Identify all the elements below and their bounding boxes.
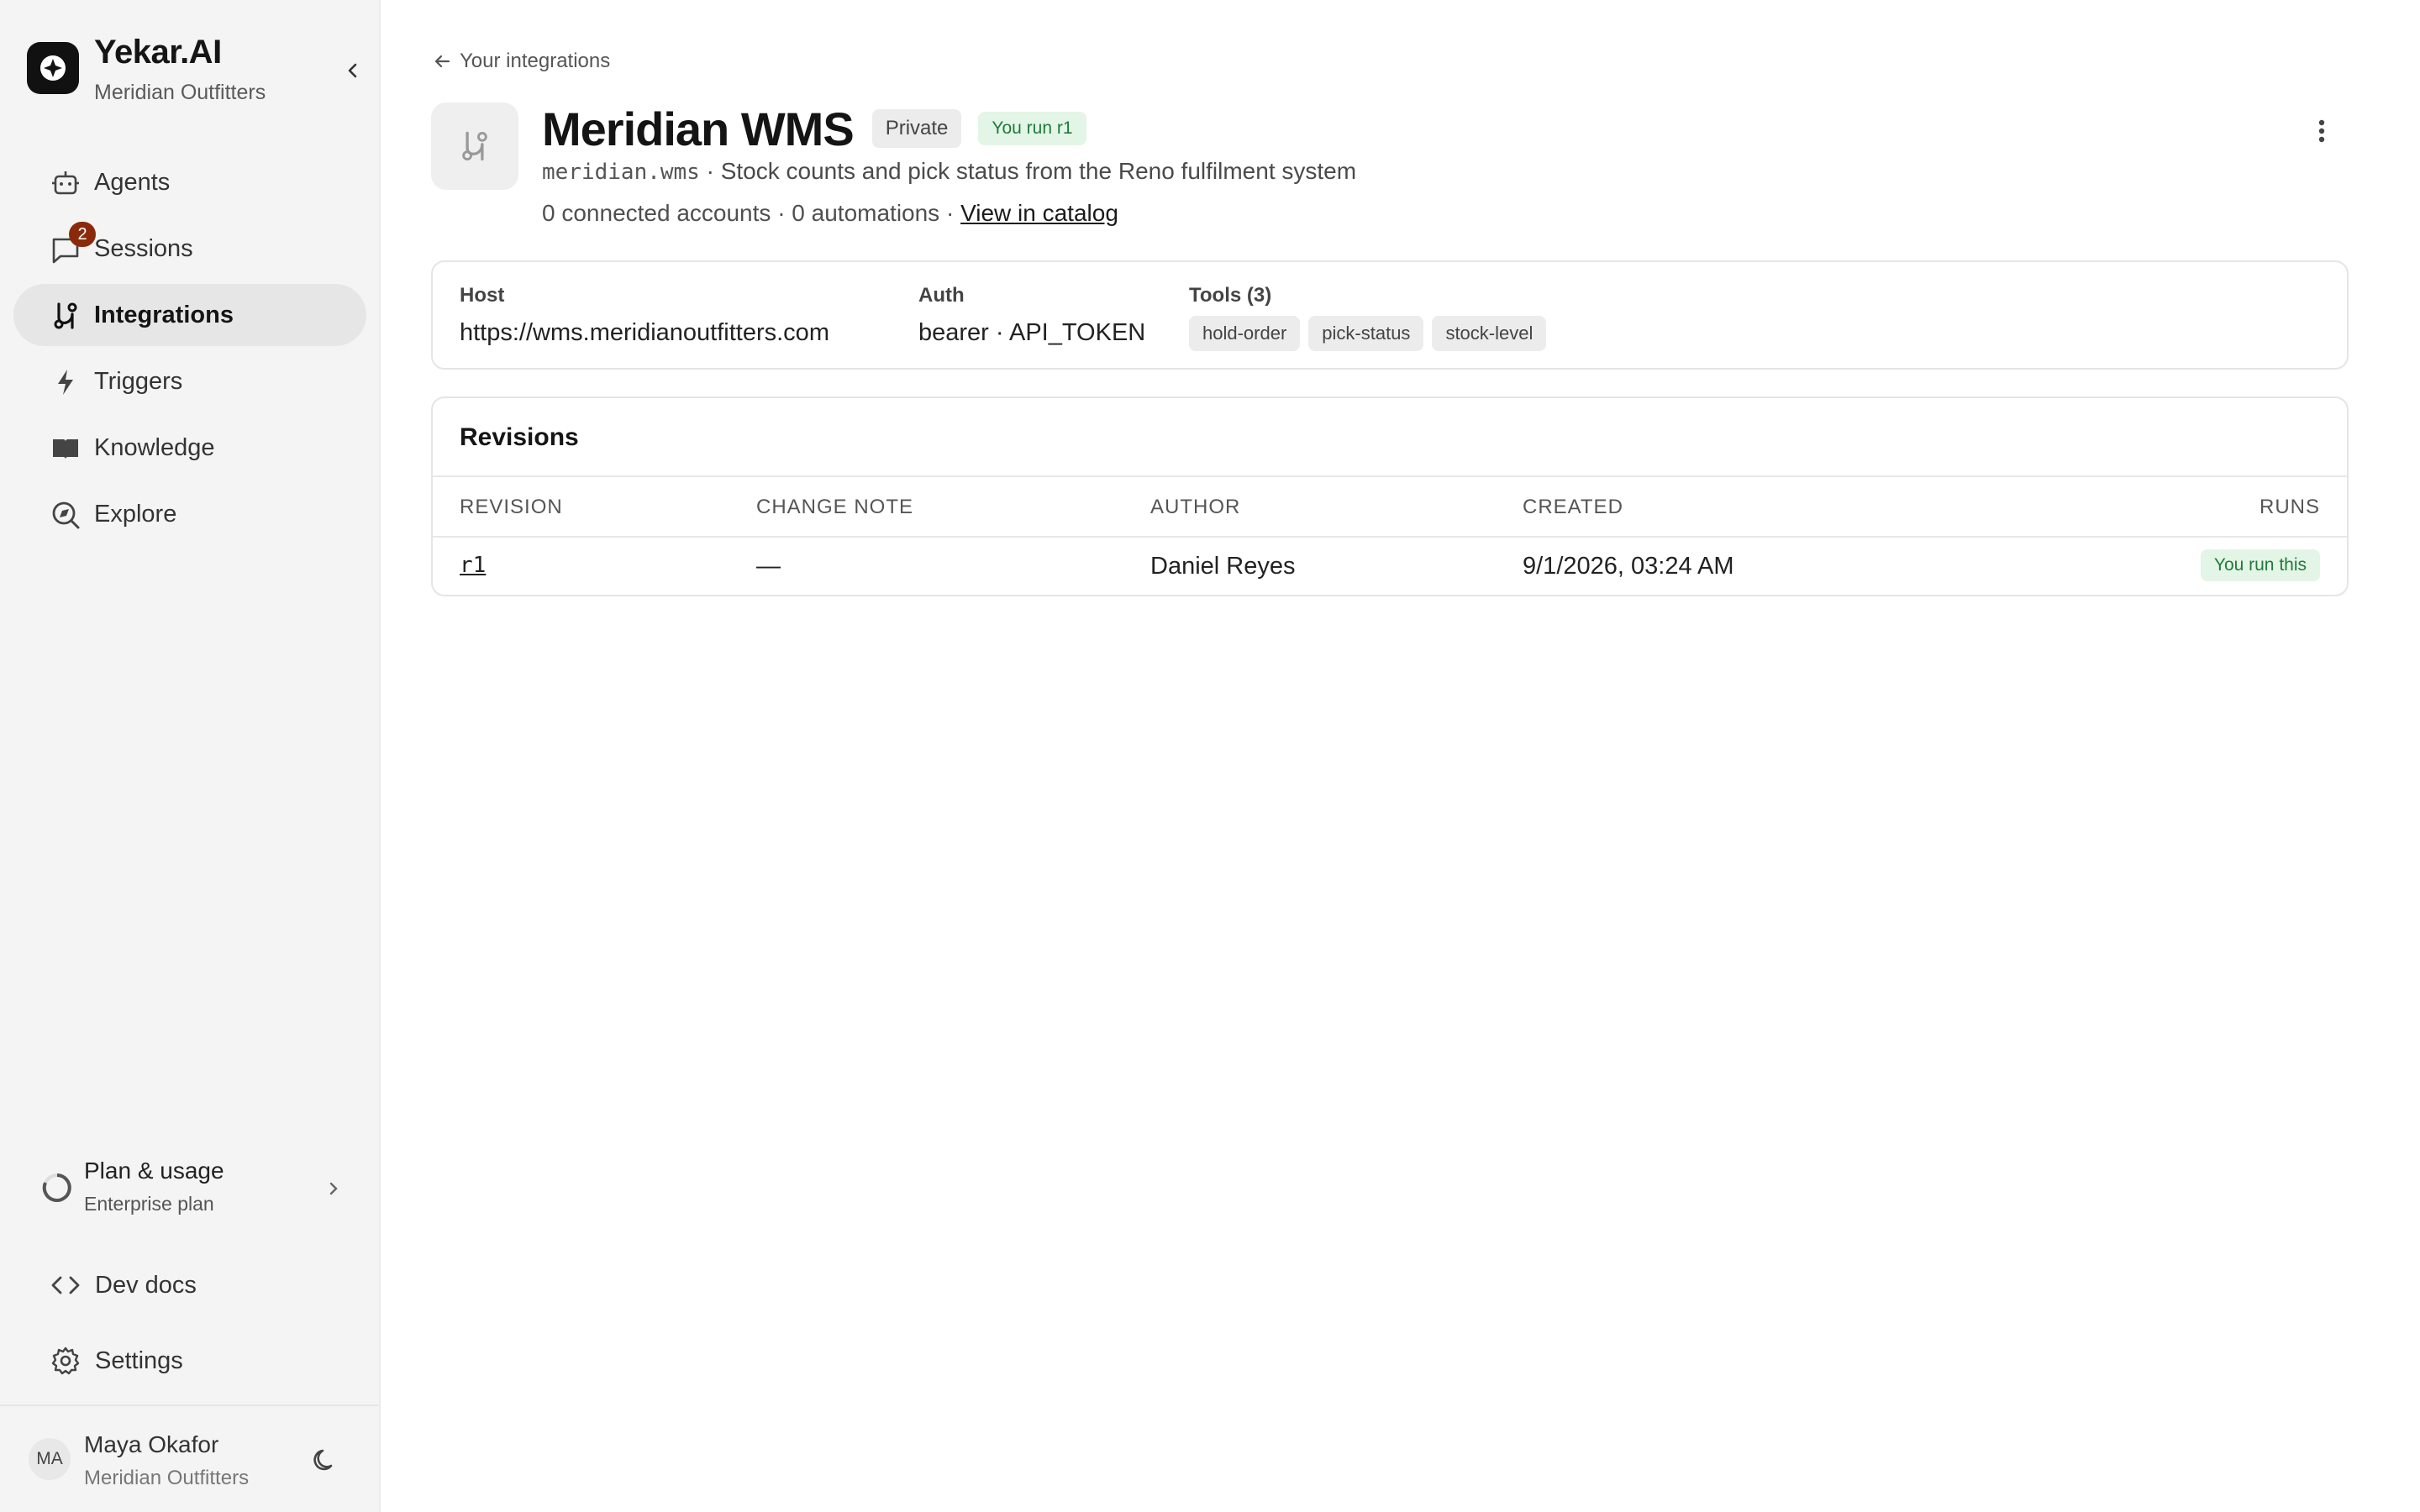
sidebar-item-label: Knowledge bbox=[94, 433, 215, 461]
sidebar-item-triggers[interactable]: Triggers bbox=[13, 350, 366, 412]
back-link-label: Your integrations bbox=[460, 50, 611, 72]
sessions-count-badge: 2 bbox=[69, 222, 96, 247]
integration-meta: 0 connected accounts · 0 automations · V… bbox=[542, 200, 1118, 227]
runs-badge: You run this bbox=[2200, 549, 2320, 581]
usage-ring-icon bbox=[42, 1173, 71, 1202]
visibility-badge: Private bbox=[871, 109, 962, 148]
view-in-catalog-link[interactable]: View in catalog bbox=[960, 200, 1118, 226]
explore-icon bbox=[52, 501, 80, 529]
sidebar-item-agents[interactable]: Agents bbox=[13, 151, 366, 213]
settings-link[interactable]: Settings bbox=[50, 1342, 353, 1379]
sidebar-item-label: Sessions bbox=[94, 234, 193, 262]
plan-usage-item[interactable]: Plan & usage Enterprise plan bbox=[34, 1151, 353, 1226]
column-header-runs: RUNS bbox=[2259, 496, 2320, 518]
dev-docs-link[interactable]: Dev docs bbox=[50, 1267, 353, 1304]
sidebar-item-integrations[interactable]: Integrations bbox=[13, 284, 366, 346]
table-row: r1 — Daniel Reyes 9/1/2026, 03:24 AM You… bbox=[433, 538, 2347, 595]
column-header-author: AUTHOR bbox=[1150, 496, 1241, 518]
brand-org: Meridian Outfitters bbox=[94, 81, 266, 104]
host-field: Host https://wms.meridianoutfitters.com bbox=[460, 284, 829, 347]
meta-counts: 0 connected accounts · 0 automations · bbox=[542, 200, 961, 226]
settings-label: Settings bbox=[95, 1347, 183, 1374]
integration-slug: meridian.wms bbox=[542, 160, 700, 185]
run-status-badge: You run r1 bbox=[978, 112, 1086, 145]
sidebar: Yekar.AI Meridian Outfitters Agents 2 Se… bbox=[0, 0, 381, 1512]
integration-description: · Stock counts and pick status from the … bbox=[699, 158, 1357, 184]
plug-icon bbox=[54, 302, 77, 329]
tools-tags: hold-order pick-status stock-level bbox=[1189, 316, 1555, 351]
column-header-change-note: CHANGE NOTE bbox=[756, 496, 914, 518]
dark-mode-toggle-icon[interactable] bbox=[311, 1446, 339, 1475]
tools-label: Tools (3) bbox=[1189, 284, 1272, 307]
main-content: Your integrations Meridian WMS Private Y… bbox=[381, 0, 2420, 1512]
revisions-title: Revisions bbox=[460, 423, 579, 451]
auth-field: Auth bearer · API_TOKEN bbox=[918, 284, 1145, 347]
column-header-revision: REVISION bbox=[460, 496, 563, 518]
back-to-integrations-link[interactable]: Your integrations bbox=[433, 47, 610, 76]
auth-label: Auth bbox=[918, 284, 965, 307]
host-label: Host bbox=[460, 284, 505, 307]
chevron-left-icon bbox=[348, 63, 357, 78]
sidebar-item-sessions[interactable]: 2 Sessions bbox=[13, 218, 366, 280]
sidebar-item-explore[interactable]: Explore bbox=[13, 483, 366, 545]
page-title: Meridian WMS bbox=[542, 102, 855, 155]
sidebar-item-label: Triggers bbox=[94, 367, 183, 395]
tools-field: Tools (3) hold-order pick-status stock-l… bbox=[1189, 284, 1555, 351]
sidebar-item-label: Explore bbox=[94, 500, 177, 528]
auth-value: bearer · API_TOKEN bbox=[918, 319, 1146, 346]
collapse-sidebar-button[interactable] bbox=[336, 54, 370, 87]
host-value: https://wms.meridianoutfitters.com bbox=[460, 319, 829, 346]
sidebar-item-label: Integrations bbox=[94, 301, 234, 328]
tool-tag: stock-level bbox=[1432, 316, 1547, 351]
tool-tag: pick-status bbox=[1308, 316, 1424, 351]
brand-name: Yekar.AI bbox=[94, 34, 222, 71]
logo-icon bbox=[27, 42, 79, 94]
sidebar-nav: Agents 2 Sessions Integrations Triggers … bbox=[13, 151, 366, 549]
revisions-card: Revisions REVISION CHANGE NOTE AUTHOR CR… bbox=[431, 396, 2349, 596]
change-note-cell: — bbox=[756, 553, 781, 580]
brand: Yekar.AI Meridian Outfitters bbox=[27, 34, 363, 109]
user-menu[interactable]: MA Maya Okafor Meridian Outfitters bbox=[0, 1404, 379, 1512]
created-cell: 9/1/2026, 03:24 AM bbox=[1523, 553, 1734, 580]
table-header: REVISION CHANGE NOTE AUTHOR CREATED RUNS bbox=[433, 475, 2347, 538]
more-options-icon[interactable] bbox=[2313, 114, 2330, 148]
sidebar-item-label: Agents bbox=[94, 168, 171, 196]
sidebar-item-knowledge[interactable]: Knowledge bbox=[13, 417, 366, 479]
robot-icon bbox=[52, 171, 79, 195]
bolt-icon bbox=[58, 370, 73, 395]
chevron-right-icon bbox=[329, 1182, 338, 1195]
column-header-created: CREATED bbox=[1523, 496, 1623, 518]
code-icon bbox=[51, 1276, 80, 1294]
avatar: MA bbox=[29, 1438, 71, 1480]
plan-subtitle: Enterprise plan bbox=[84, 1193, 214, 1215]
author-cell: Daniel Reyes bbox=[1150, 553, 1296, 580]
revision-link[interactable]: r1 bbox=[460, 553, 486, 578]
gear-icon bbox=[51, 1347, 80, 1375]
user-name: Maya Okafor bbox=[84, 1431, 219, 1457]
integration-info-card: Host https://wms.meridianoutfitters.com … bbox=[431, 260, 2349, 370]
integration-subtitle: meridian.wms · Stock counts and pick sta… bbox=[542, 158, 1356, 185]
plug-icon bbox=[462, 131, 487, 161]
plan-title: Plan & usage bbox=[84, 1158, 224, 1184]
user-org: Meridian Outfitters bbox=[84, 1467, 250, 1489]
title-row: Meridian WMS Private You run r1 bbox=[542, 99, 1086, 158]
dev-docs-label: Dev docs bbox=[95, 1271, 197, 1299]
book-icon bbox=[53, 439, 78, 459]
integration-icon bbox=[431, 102, 518, 190]
tool-tag: hold-order bbox=[1189, 316, 1301, 351]
arrow-left-icon bbox=[434, 55, 450, 68]
